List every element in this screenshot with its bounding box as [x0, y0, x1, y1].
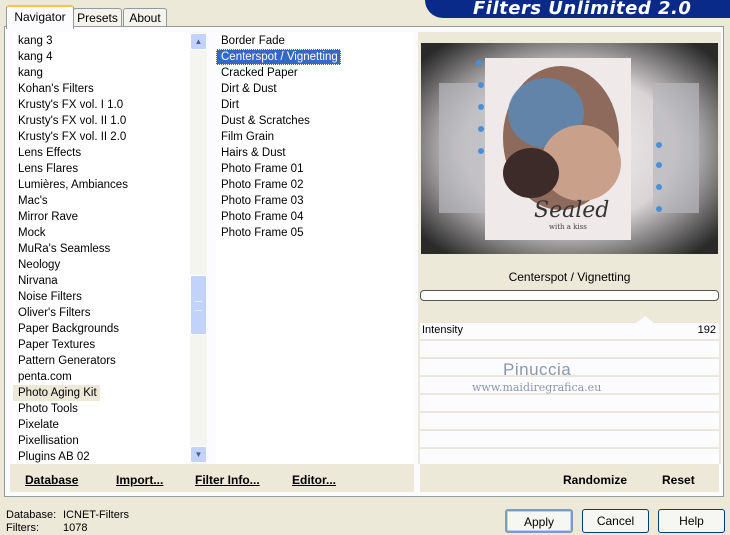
tab-navigator[interactable]: Navigator — [6, 5, 74, 29]
category-list-item[interactable]: Krusty's FX vol. II 1.0 — [13, 113, 190, 129]
reset-button[interactable]: Reset — [662, 473, 695, 487]
filter-list-item[interactable]: Dirt — [216, 97, 414, 113]
editor-button[interactable]: Editor... — [292, 473, 336, 487]
slider-indicator[interactable] — [636, 316, 654, 323]
filter-preview-image: Sealed with a kiss — [421, 43, 718, 254]
status-database-value: ICNET-Filters — [63, 509, 129, 521]
category-list-item[interactable]: Mock — [13, 225, 190, 241]
category-list-item[interactable]: Oliver's Filters — [13, 305, 190, 321]
filter-list-item[interactable]: Centerspot / Vignetting — [216, 49, 341, 65]
category-list-item[interactable]: Plugins AB 02 — [13, 449, 190, 464]
category-list-item[interactable]: Lens Flares — [13, 161, 190, 177]
import-button[interactable]: Import... — [116, 473, 163, 487]
filter-list-item[interactable]: Photo Frame 03 — [216, 193, 414, 209]
scroll-up-icon[interactable]: ▲ — [190, 33, 207, 50]
param-row-empty — [420, 394, 719, 411]
category-list-item[interactable]: Paper Backgrounds — [13, 321, 190, 337]
category-list-item[interactable]: Lumières, Ambiances — [13, 177, 190, 193]
category-list-item[interactable]: Mirror Rave — [13, 209, 190, 225]
param-row-intensity[interactable]: Intensity 192 — [420, 316, 719, 339]
preview-subtitle-text: with a kiss — [549, 223, 587, 231]
category-list[interactable]: kang 3 kang 4 kang Kohan's Filters Krusty's … — [13, 32, 190, 464]
category-list-item[interactable]: MuRa's Seamless — [13, 241, 190, 257]
filter-list-item[interactable]: Photo Frame 04 — [216, 209, 414, 225]
category-list-item[interactable]: Photo Aging Kit — [13, 385, 100, 401]
filter-list-item[interactable]: Film Grain — [216, 129, 414, 145]
help-button[interactable]: Help — [658, 509, 725, 533]
filter-list-item[interactable]: Dust & Scratches — [216, 113, 414, 129]
param-row-empty — [420, 340, 719, 357]
category-list-item[interactable]: Nirvana — [13, 273, 190, 289]
filter-list-item[interactable]: Photo Frame 02 — [216, 177, 414, 193]
scroll-down-icon[interactable]: ▼ — [190, 446, 207, 463]
tab-presets[interactable]: Presets — [73, 8, 122, 27]
param-row-empty — [420, 412, 719, 429]
app-title: Filters Unlimited 2.0 — [473, 0, 692, 18]
database-button[interactable]: Database — [25, 473, 78, 487]
category-list-item[interactable]: Pixellisation — [13, 433, 190, 449]
preview-toolbar: Randomize Reset — [420, 464, 719, 492]
category-scrollbar[interactable]: ▲ ▼ — [190, 32, 207, 464]
filter-info-button[interactable]: Filter Info... — [195, 473, 260, 487]
cancel-button[interactable]: Cancel — [582, 509, 649, 533]
filter-list-item[interactable]: Border Fade — [216, 33, 414, 49]
filter-list-item[interactable]: Cracked Paper — [216, 65, 414, 81]
category-list-item[interactable]: Krusty's FX vol. II 2.0 — [13, 129, 190, 145]
category-list-item[interactable]: Neology — [13, 257, 190, 273]
param-row-empty — [420, 448, 719, 465]
category-list-item[interactable]: kang — [13, 65, 190, 81]
category-list-item[interactable]: Noise Filters — [13, 289, 190, 305]
preview-title-text: Sealed — [534, 198, 610, 223]
category-list-item[interactable]: kang 4 — [13, 49, 190, 65]
status-filters-value: 1078 — [63, 522, 88, 534]
progress-bar — [420, 290, 719, 301]
filter-list-item[interactable]: Photo Frame 05 — [216, 225, 414, 241]
tab-about[interactable]: About — [123, 8, 167, 27]
category-list-item[interactable]: Krusty's FX vol. I 1.0 — [13, 97, 190, 113]
scroll-thumb[interactable] — [190, 275, 207, 335]
category-list-item[interactable]: Pattern Generators — [13, 353, 190, 369]
filter-list-item[interactable]: Dirt & Dust — [216, 81, 414, 97]
category-list-item[interactable]: Photo Tools — [13, 401, 190, 417]
category-list-item[interactable]: penta.com — [13, 369, 190, 385]
filter-list-item[interactable]: Photo Frame 01 — [216, 161, 414, 177]
app-title-banner: Filters Unlimited 2.0 — [425, 0, 730, 18]
category-list-item[interactable]: Mac's — [13, 193, 190, 209]
param-label: Intensity — [422, 324, 463, 336]
param-value: 192 — [697, 324, 716, 336]
category-list-item[interactable]: kang 3 — [13, 33, 190, 49]
category-list-item[interactable]: Pixelate — [13, 417, 190, 433]
status-filters-label: Filters: — [6, 522, 39, 534]
list-toolbar: Database Import... Filter Info... Editor… — [10, 464, 414, 492]
filter-list[interactable]: Border Fade Centerspot / Vignetting Cracke… — [216, 32, 414, 464]
current-filter-name: Centerspot / Vignetting — [420, 264, 719, 290]
randomize-button[interactable]: Randomize — [563, 473, 627, 487]
category-list-item[interactable]: Paper Textures — [13, 337, 190, 353]
status-database-label: Database: — [6, 509, 57, 521]
category-list-item[interactable]: Lens Effects — [13, 145, 190, 161]
watermark-name: Pinuccia — [503, 360, 572, 379]
filter-list-item[interactable]: Hairs & Dust — [216, 145, 414, 161]
apply-button[interactable]: Apply — [505, 509, 573, 533]
category-list-item[interactable]: Kohan's Filters — [13, 81, 190, 97]
watermark-url: www.maidiregrafica.eu — [472, 381, 602, 394]
param-row-empty — [420, 430, 719, 447]
